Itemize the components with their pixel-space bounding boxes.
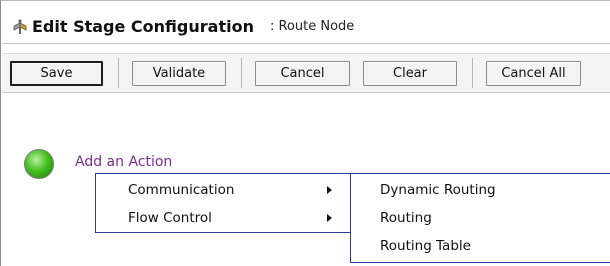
submenu-arrow-icon [327,214,332,222]
clear-button[interactable]: Clear [363,60,457,86]
menu-item-flow-control[interactable]: Flow Control [96,204,352,232]
menu-item-communication[interactable]: Communication [96,176,352,204]
cancel-button[interactable]: Cancel [255,60,350,86]
menu-item-label: Flow Control [128,210,212,226]
title-bar: Edit Stage Configuration : Route Node [2,10,610,44]
communication-submenu: Dynamic Routing Routing Routing Table [350,173,610,263]
toolbar: Save Validate Cancel Clear Cancel All [2,53,610,93]
submenu-item-routing-table[interactable]: Routing Table [351,232,610,260]
toolbar-divider [241,58,242,88]
page-title: Edit Stage Configuration [32,17,254,36]
validate-button[interactable]: Validate [132,60,226,86]
page-subtitle: : Route Node [269,19,355,34]
toolbar-divider [118,58,119,88]
submenu-item-routing[interactable]: Routing [351,204,610,232]
submenu-arrow-icon [327,186,332,194]
menu-item-label: Communication [128,182,235,198]
save-button[interactable]: Save [10,60,103,86]
status-indicator-icon [24,149,54,179]
edit-stage-window: Edit Stage Configuration : Route Node Sa… [0,0,610,266]
cancel-all-button[interactable]: Cancel All [486,60,581,86]
toolbar-divider [472,58,473,88]
add-action-link[interactable]: Add an Action [75,154,172,170]
submenu-item-dynamic-routing[interactable]: Dynamic Routing [351,176,610,204]
route-node-icon [11,18,29,36]
action-menu: Communication Flow Control [95,173,353,233]
